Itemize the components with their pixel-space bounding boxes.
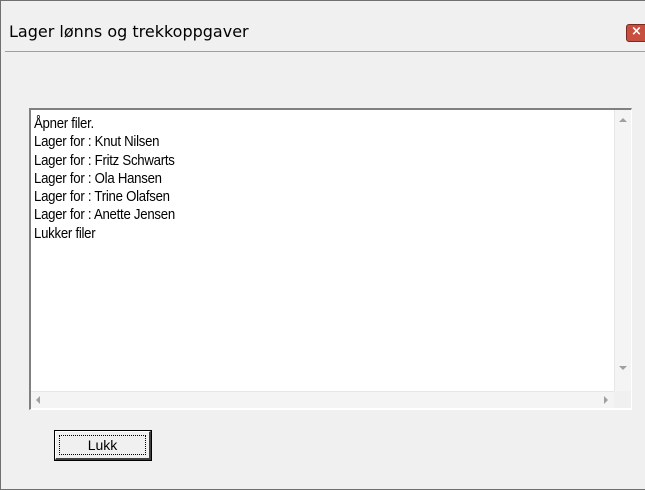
log-lines: Åpner filer. Lager for : Knut Nilsen Lag… [34,115,175,243]
lukk-button[interactable]: Lukk [54,430,152,461]
vertical-scrollbar[interactable] [614,110,631,391]
arrow-right-icon[interactable] [604,396,608,404]
log-line: Lager for : Ola Hansen [34,169,162,187]
log-line: Lager for : Fritz Schwarts [34,151,175,169]
arrow-left-icon[interactable] [36,396,40,404]
log-line: Åpner filer. [34,115,94,132]
close-button[interactable]: × [626,24,645,42]
log-list-area: Åpner filer. Lager for : Knut Nilsen Lag… [31,110,614,391]
log-line: Lukker filer [34,224,96,242]
lukk-button-label: Lukk [87,437,118,453]
log-line: Lager for : Knut Nilsen [34,133,160,151]
horizontal-scrollbar[interactable] [31,391,614,408]
window-title: Lager lønns og trekkoppgaver [9,22,249,41]
arrow-up-icon[interactable] [619,118,627,122]
log-line: Lager for : Anette Jensen [34,206,175,224]
dialog-window: Lager lønns og trekkoppgaver × Åpner fil… [0,0,645,490]
scrollbar-corner [614,391,631,408]
close-icon: × [631,24,642,39]
log-listbox[interactable]: Åpner filer. Lager for : Knut Nilsen Lag… [29,108,632,410]
title-bar[interactable]: Lager lønns og trekkoppgaver × [1,1,645,51]
arrow-down-icon[interactable] [619,366,627,370]
log-line: Lager for : Trine Olafsen [34,188,170,206]
